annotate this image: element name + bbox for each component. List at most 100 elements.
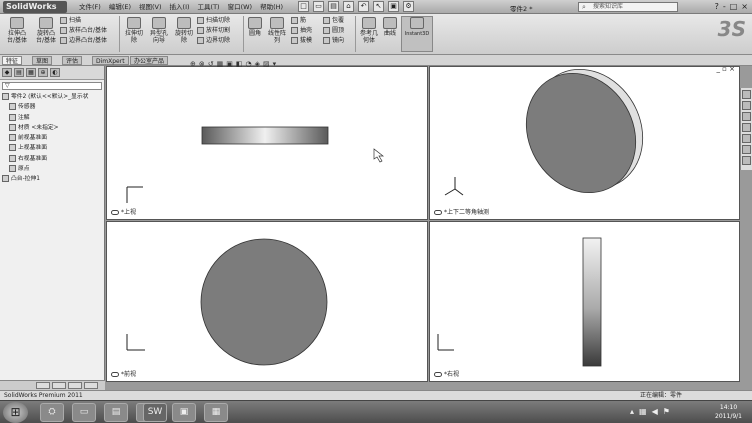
extruded-cut-button[interactable]: 拉伸切 除 [122, 17, 146, 44]
display-style-icon[interactable]: ◧ [236, 60, 243, 68]
wrap-button[interactable]: 包覆 [323, 17, 344, 25]
menu-edit[interactable]: 编辑(E) [108, 2, 132, 12]
rib-button[interactable]: 筋 [291, 17, 306, 25]
menu-file[interactable]: 文件(F) [78, 2, 102, 12]
view-palette-icon[interactable] [742, 134, 751, 143]
model-tab-icon[interactable] [36, 382, 50, 389]
fillet-button[interactable]: 圆角 [245, 17, 265, 37]
resources-icon[interactable] [742, 90, 751, 99]
design-library-icon[interactable] [742, 101, 751, 110]
search-field[interactable]: ⌕ 搜索知识库 [578, 2, 678, 12]
undo-icon[interactable]: ↶ [358, 1, 369, 12]
select-icon[interactable]: ↖ [373, 1, 384, 12]
new-icon[interactable]: □ [298, 1, 309, 12]
tab-features[interactable]: 特征 [2, 56, 23, 65]
custom-properties-icon[interactable] [742, 156, 751, 165]
print-icon[interactable]: ⌂ [343, 1, 354, 12]
display-manager-icon[interactable]: ◐ [50, 68, 60, 77]
viewport-front[interactable]: *前视 [106, 221, 428, 382]
minimize-button[interactable]: - [723, 2, 726, 12]
previous-view-icon[interactable]: ↺ [208, 60, 214, 68]
tray-arrow-icon[interactable]: ▴ [630, 407, 634, 416]
view-settings-icon[interactable]: ▾ [273, 60, 277, 68]
maximize-button[interactable]: □ [730, 2, 738, 12]
section-view-icon[interactable]: ▦ [217, 60, 224, 68]
motion-study-tab-icon[interactable] [84, 382, 98, 389]
instant3d-button[interactable]: Instant3D [401, 16, 433, 52]
viewport-right[interactable]: *右视 [429, 221, 740, 382]
tree-filter-input[interactable]: ▽ [2, 82, 102, 90]
tab-evaluate[interactable]: 评估 [62, 56, 83, 65]
taskbar-item-solidworks-icon[interactable]: SW [143, 403, 167, 422]
mirror-button[interactable]: 镜向 [323, 37, 344, 45]
dome-button[interactable]: 圆顶 [323, 27, 344, 35]
feature-tree-icon[interactable]: ◆ [2, 68, 12, 77]
tab-sketch[interactable]: 草图 [32, 56, 53, 65]
motion-study-tab-icon[interactable] [52, 382, 66, 389]
tab-office-products[interactable]: 办公室产品 [130, 56, 169, 65]
tree-item-sensors[interactable]: 传感器 [2, 102, 104, 112]
lofted-cut-button[interactable]: 放样切割 [197, 27, 230, 35]
part-edge-view[interactable] [201, 126, 329, 145]
taskbar-item-window-icon[interactable]: ▭ [72, 403, 96, 422]
tree-item-front-plane[interactable]: 前视基准面 [2, 133, 104, 143]
zoom-to-fit-icon[interactable]: ⊕ [190, 60, 196, 68]
configuration-manager-icon[interactable]: ▦ [26, 68, 36, 77]
appearance-icon[interactable]: ◈ [255, 60, 260, 68]
viewport-top[interactable]: *上视 [106, 66, 428, 220]
file-explorer-icon[interactable] [742, 112, 751, 121]
taskbar-item-image-icon[interactable]: ▣ [172, 403, 196, 422]
shell-button[interactable]: 抽壳 [291, 27, 312, 35]
search-results-icon[interactable] [742, 123, 751, 132]
tree-item-top-plane[interactable]: 上视基准面 [2, 143, 104, 153]
taskbar-item-folder-icon[interactable]: ▤ [104, 403, 128, 422]
taskbar-item-doc-icon[interactable]: ▦ [204, 403, 228, 422]
appearances-icon[interactable] [742, 145, 751, 154]
menu-help[interactable]: 帮助(H) [259, 2, 284, 12]
part-front-face[interactable] [505, 67, 657, 213]
zoom-area-icon[interactable]: ⊗ [199, 60, 205, 68]
taskbar-clock[interactable]: 14:10 2011/9/1 [715, 403, 742, 421]
revolved-boss-button[interactable]: 旋转凸 台/基体 [32, 17, 60, 44]
sweep-button[interactable]: 扫描 [60, 17, 81, 25]
menu-window[interactable]: 窗口(W) [227, 2, 254, 12]
rebuild-icon[interactable]: ▣ [388, 1, 399, 12]
property-manager-icon[interactable]: ▤ [14, 68, 24, 77]
dimxpert-manager-icon[interactable]: ⊕ [38, 68, 48, 77]
linear-pattern-button[interactable]: 线性阵 列 [265, 17, 289, 44]
network-icon[interactable]: ▦ [639, 407, 647, 416]
revolved-cut-button[interactable]: 旋转切 除 [172, 17, 196, 44]
motion-study-tab-icon[interactable] [68, 382, 82, 389]
scene-icon[interactable]: ▨ [263, 60, 270, 68]
viewport-isometric[interactable]: *上下二等角轴测 _ ▫ × [429, 65, 740, 220]
tab-dimxpert[interactable]: DimXpert [92, 56, 129, 65]
open-icon[interactable]: ▭ [313, 1, 324, 12]
tree-item-annotations[interactable]: 注解 [2, 113, 104, 123]
flag-icon[interactable]: ⚑ [663, 407, 670, 416]
draft-button[interactable]: 拔模 [291, 37, 312, 45]
help-icon[interactable]: ? [715, 2, 719, 12]
tree-item-part[interactable]: 零件2 (默认<<默认>_显示状 [2, 92, 104, 102]
taskbar-item-explorer-icon[interactable]: ⛭ [40, 403, 64, 422]
boundary-cut-button[interactable]: 边界切除 [197, 37, 230, 45]
menu-insert[interactable]: 插入(I) [169, 2, 191, 12]
boundary-boss-button[interactable]: 边界凸台/基体 [60, 37, 107, 45]
menu-view[interactable]: 视图(V) [138, 2, 163, 12]
volume-icon[interactable]: ◀ [652, 407, 658, 416]
tree-item-origin[interactable]: 原点 [2, 164, 104, 174]
tree-item-boss-extrude[interactable]: 凸台-拉伸1 [2, 174, 104, 184]
close-button[interactable]: × [741, 2, 748, 12]
solidworks-logo[interactable]: SolidWorks [3, 1, 67, 13]
hide-show-icon[interactable]: ◔ [246, 60, 252, 68]
tree-item-material[interactable]: 材质 <未指定> [2, 123, 104, 133]
view-orientation-menu-icon[interactable]: ▣ [226, 60, 233, 68]
save-icon[interactable]: ▤ [328, 1, 339, 12]
part-front-circle[interactable] [200, 238, 328, 366]
reference-geometry-button[interactable]: 参考几 何体 [357, 17, 381, 44]
options-icon[interactable]: ⚙ [403, 1, 414, 12]
swept-cut-button[interactable]: 扫描切除 [197, 17, 230, 25]
viewport-window-controls[interactable]: _ ▫ × [716, 65, 735, 73]
extruded-boss-button[interactable]: 拉伸凸 台/基体 [3, 17, 31, 44]
windows-start-icon[interactable]: ⊞ [3, 402, 28, 423]
part-edge-side-view[interactable] [582, 237, 602, 367]
